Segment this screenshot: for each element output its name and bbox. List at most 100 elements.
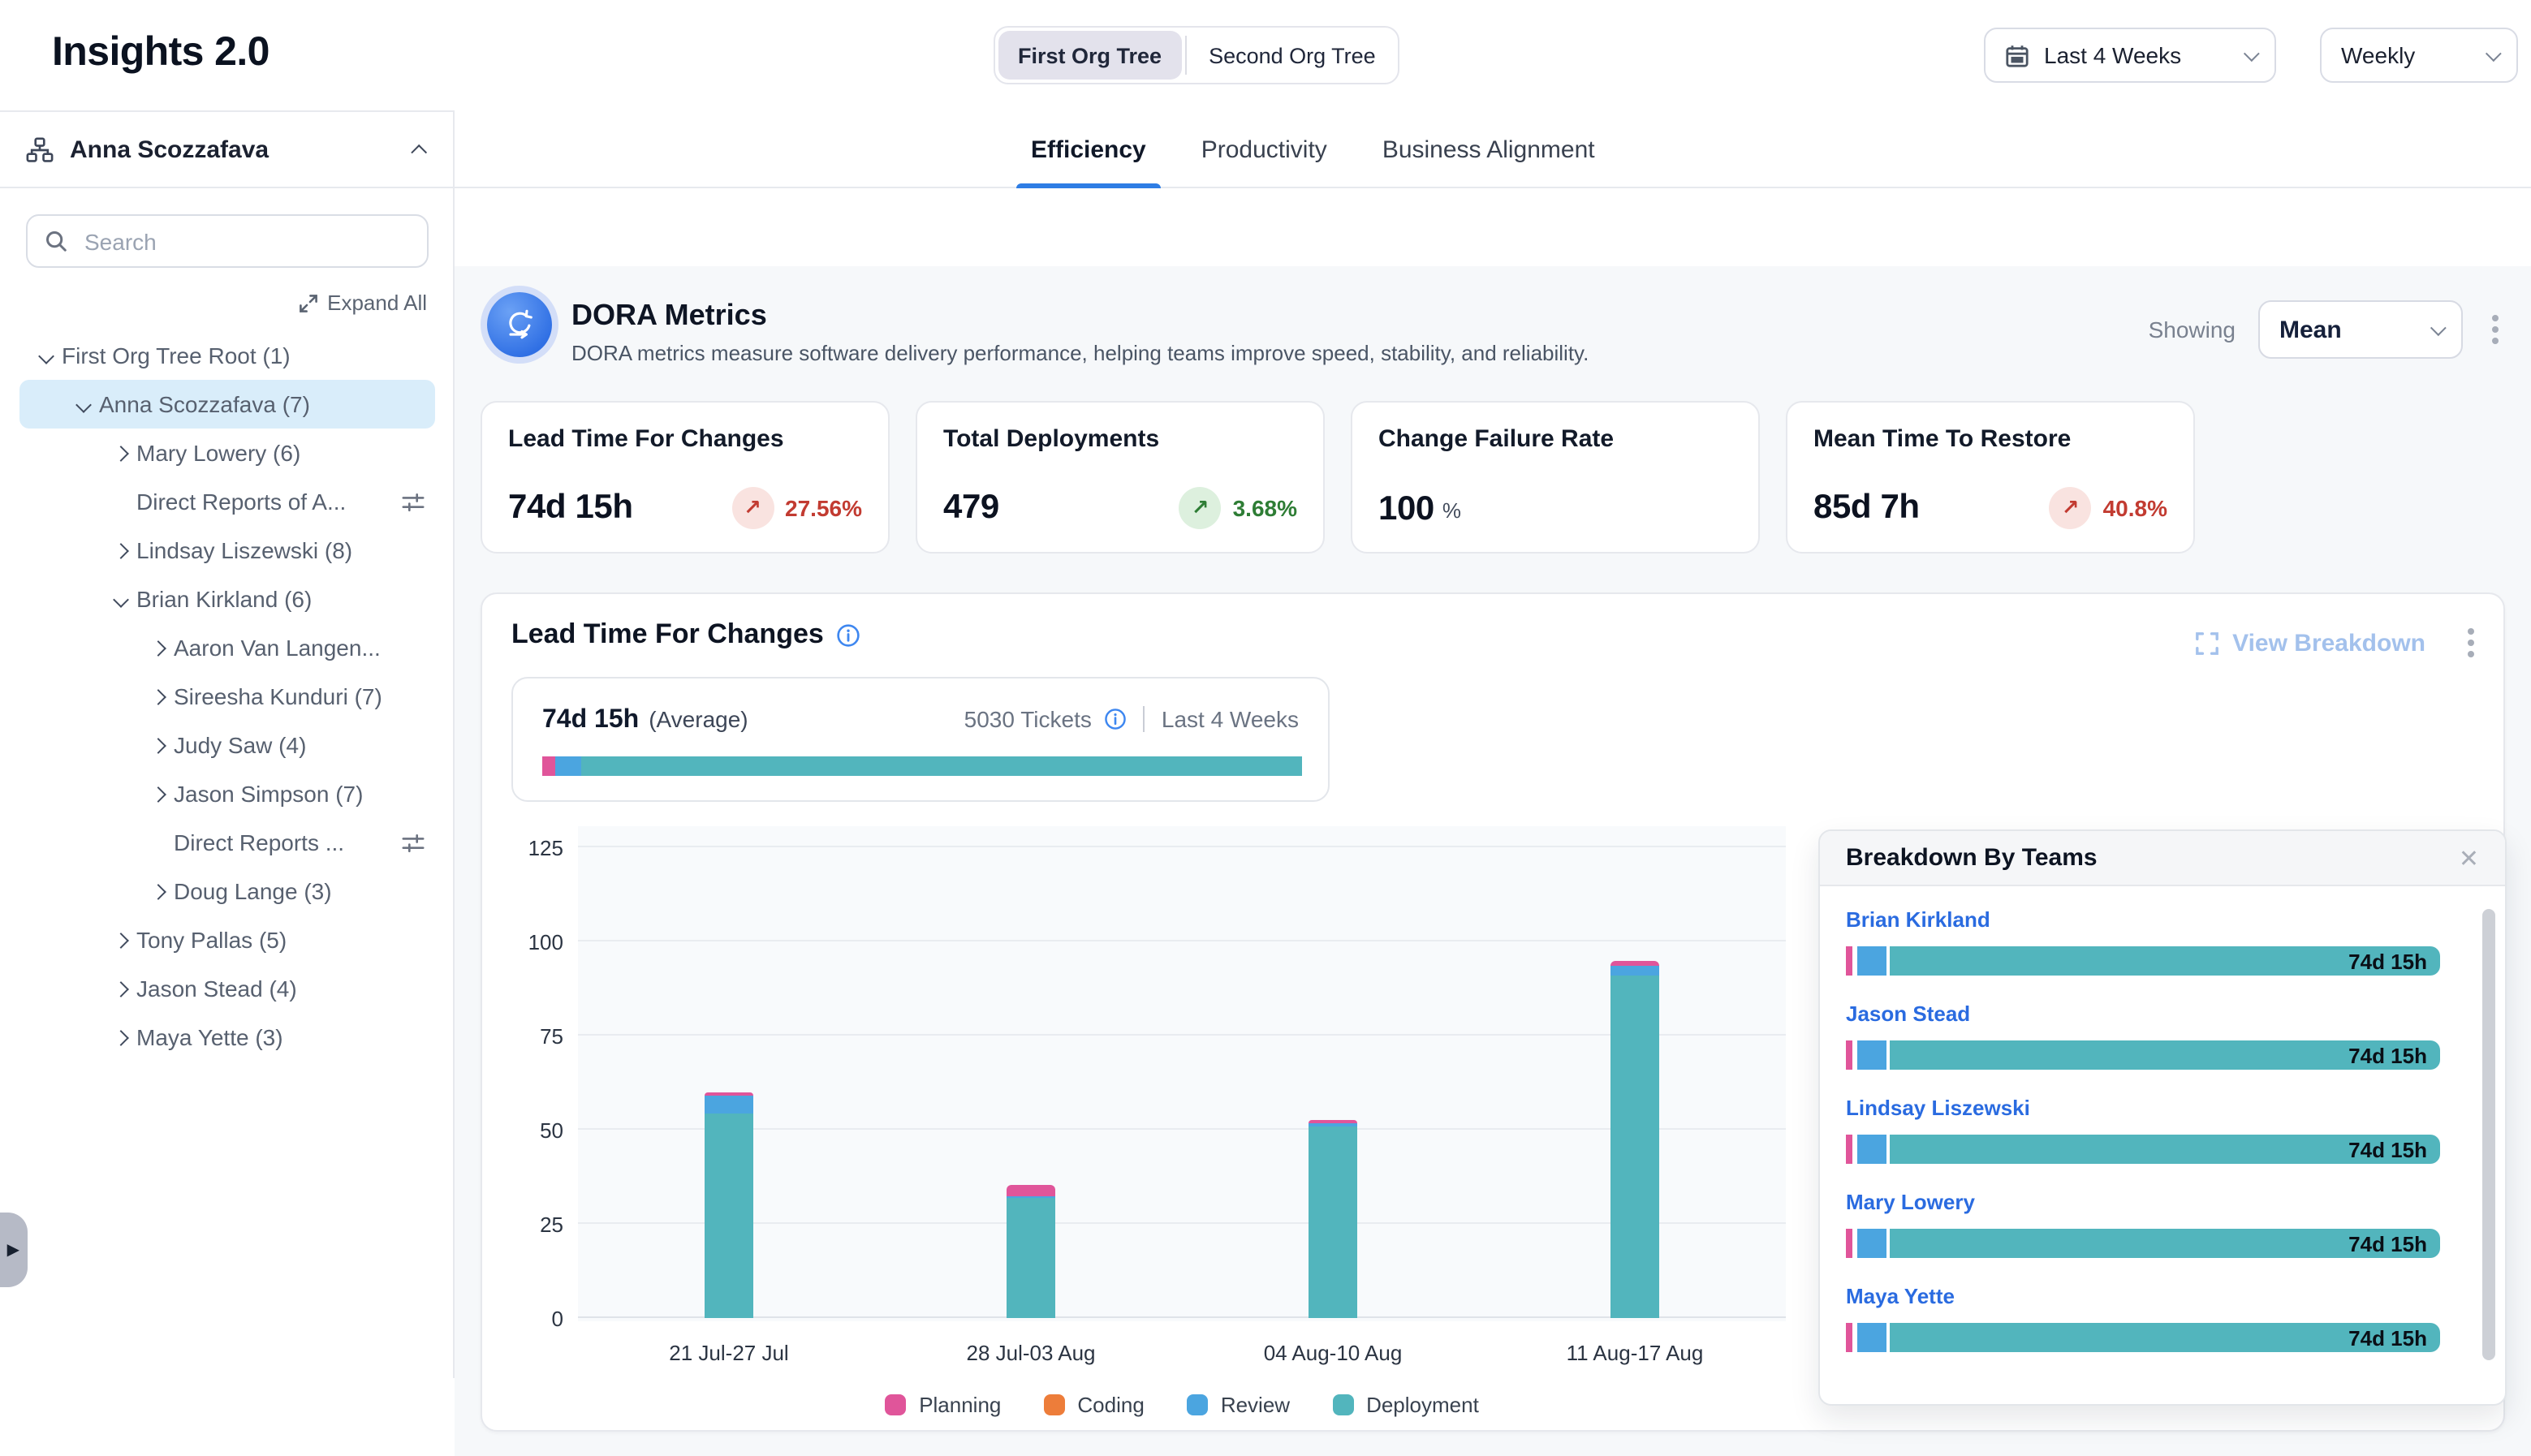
showing-label: Showing — [2149, 317, 2236, 342]
tree-item-3[interactable]: Direct Reports of A... — [19, 477, 435, 526]
scrollbar-thumb[interactable] — [2482, 909, 2495, 1360]
team-name-link[interactable]: Brian Kirkland — [1846, 907, 1990, 932]
chevron-down-icon[interactable] — [104, 593, 136, 605]
breakdown-panel: Breakdown By Teams ✕ Brian Kirkland74d 1… — [1818, 829, 2507, 1406]
x-tick-label: 11 Aug-17 Aug — [1567, 1341, 1704, 1365]
tab-efficiency[interactable]: Efficiency — [1031, 110, 1146, 188]
team-bar: 74d 15h — [1846, 1229, 2440, 1258]
chevron-right-icon[interactable] — [104, 447, 136, 459]
gridline-125 — [578, 846, 1786, 847]
bar-1[interactable] — [1007, 1184, 1055, 1318]
tree-item-14[interactable]: Maya Yette (3) — [19, 1013, 435, 1062]
bar-2[interactable] — [1309, 1120, 1357, 1318]
chevron-down-icon[interactable] — [67, 398, 99, 410]
summary-row: 74d 15h (Average) 5030 Tickets Last 4 We… — [542, 706, 1299, 735]
tree-item-5[interactable]: Brian Kirkland (6) — [19, 575, 435, 623]
tree-item-7[interactable]: Sireesha Kunduri (7) — [19, 672, 435, 721]
tree-item-11[interactable]: Doug Lange (3) — [19, 867, 435, 915]
chevron-right-icon[interactable] — [141, 691, 174, 702]
team-name-link[interactable]: Mary Lowery — [1846, 1190, 1975, 1214]
toggle-first-org-tree[interactable]: First Org Tree — [998, 31, 1181, 80]
info-icon[interactable] — [1105, 708, 1128, 730]
team-name-link[interactable]: Jason Stead — [1846, 1002, 1970, 1026]
legend-label: Review — [1221, 1393, 1290, 1417]
chevron-right-icon[interactable] — [141, 788, 174, 799]
summary-meta: 5030 Tickets Last 4 Weeks — [964, 706, 1299, 732]
tree-item-label: Jason Simpson (7) — [174, 781, 363, 807]
tree-item-12[interactable]: Tony Pallas (5) — [19, 915, 435, 964]
tree-item-2[interactable]: Mary Lowery (6) — [19, 429, 435, 477]
metric-card-value: 85d 7h — [1813, 489, 1920, 528]
legend-item-coding: Coding — [1043, 1393, 1144, 1417]
dora-kebab-menu[interactable] — [2486, 308, 2505, 351]
filters-icon[interactable] — [401, 489, 425, 514]
tree-item-13[interactable]: Jason Stead (4) — [19, 964, 435, 1013]
sidebar-user-name: Anna Scozzafava — [70, 136, 399, 163]
date-range-dropdown[interactable]: Last 4 Weeks — [1984, 28, 2276, 83]
team-name-link[interactable]: Lindsay Liszewski — [1846, 1096, 2030, 1120]
tree-item-label: Sireesha Kunduri (7) — [174, 683, 382, 709]
expand-corners-icon — [2195, 631, 2219, 655]
toggle-second-org-tree[interactable]: Second Org Tree — [1189, 31, 1395, 80]
close-icon[interactable]: ✕ — [2452, 840, 2486, 876]
legend-swatch — [1187, 1394, 1208, 1415]
tree-item-1[interactable]: Anna Scozzafava (7) — [19, 380, 435, 429]
chevron-right-icon[interactable] — [141, 739, 174, 751]
lead-time-kebab-menu[interactable] — [2461, 622, 2481, 664]
search-input[interactable] — [81, 226, 411, 256]
bar-segment-deployment — [1610, 976, 1659, 1318]
chevron-up-icon[interactable] — [411, 144, 427, 160]
chevron-right-icon[interactable] — [141, 885, 174, 897]
lead-time-controls: View Breakdown — [2195, 622, 2481, 664]
granularity-value: Weekly — [2341, 42, 2471, 68]
tab-productivity[interactable]: Productivity — [1201, 110, 1327, 188]
granularity-dropdown[interactable]: Weekly — [2320, 28, 2518, 83]
info-icon[interactable] — [837, 622, 861, 647]
tree-item-0[interactable]: First Org Tree Root (1) — [19, 331, 435, 380]
gridline-75 — [578, 1034, 1786, 1036]
filters-icon[interactable] — [401, 830, 425, 855]
metric-card-value: 100 — [1378, 490, 1434, 529]
metric-card-value-row: 479↗3.68% — [943, 487, 1297, 529]
content: DORA Metrics DORA metrics measure softwa… — [455, 266, 2531, 1456]
team-bar-deployment: 74d 15h — [1890, 1229, 2440, 1258]
tabs-bar: Efficiency Productivity Business Alignme… — [455, 110, 2531, 188]
chevron-right-icon[interactable] — [104, 1032, 136, 1043]
tree-item-6[interactable]: Aaron Van Langen... — [19, 623, 435, 672]
bar-0[interactable] — [705, 1092, 753, 1318]
metric-card-value-row: 100% — [1378, 490, 1732, 529]
chevron-right-icon[interactable] — [104, 545, 136, 556]
tree-item-10[interactable]: Direct Reports ... — [19, 818, 435, 867]
sidebar-collapse-handle[interactable]: ▶ — [0, 1213, 28, 1287]
tree-item-label: Lindsay Liszewski (8) — [136, 537, 352, 563]
metric-card-delta: ↗3.68% — [1179, 487, 1297, 529]
chevron-right-icon[interactable] — [104, 934, 136, 946]
chevron-right-icon[interactable] — [104, 983, 136, 994]
active-tab-underline — [1016, 183, 1161, 188]
tab-business-alignment[interactable]: Business Alignment — [1382, 110, 1595, 188]
expand-all-button[interactable]: Expand All — [298, 291, 427, 315]
metric-card-unit: % — [1442, 498, 1461, 522]
org-tree: First Org Tree Root (1) Anna Scozzafava (… — [0, 331, 455, 1062]
summary-suffix: (Average) — [649, 706, 748, 732]
chevron-right-icon[interactable] — [141, 642, 174, 653]
view-breakdown-button[interactable]: View Breakdown — [2195, 629, 2425, 657]
aggregation-dropdown[interactable]: Mean — [2258, 300, 2463, 359]
tree-item-8[interactable]: Judy Saw (4) — [19, 721, 435, 769]
legend-label: Planning — [919, 1393, 1001, 1417]
tree-item-9[interactable]: Jason Simpson (7) — [19, 769, 435, 818]
tree-item-4[interactable]: Lindsay Liszewski (8) — [19, 526, 435, 575]
play-icon: ▶ — [7, 1241, 19, 1259]
metric-card-title: Mean Time To Restore — [1813, 425, 2167, 453]
bar-3[interactable] — [1610, 960, 1659, 1318]
sidebar-header[interactable]: Anna Scozzafava — [0, 110, 453, 188]
agile-cycle-icon — [502, 307, 537, 342]
bar-segment-planning — [1610, 960, 1659, 966]
y-tick-label: 25 — [489, 1213, 563, 1237]
tree-item-label: First Org Tree Root (1) — [62, 342, 291, 368]
legend-label: Coding — [1077, 1393, 1144, 1417]
panel-scrollbar — [2482, 902, 2495, 1381]
chevron-down-icon[interactable] — [29, 350, 62, 361]
lead-time-title-row: Lead Time For Changes — [511, 618, 861, 651]
team-name-link[interactable]: Maya Yette — [1846, 1284, 1955, 1308]
